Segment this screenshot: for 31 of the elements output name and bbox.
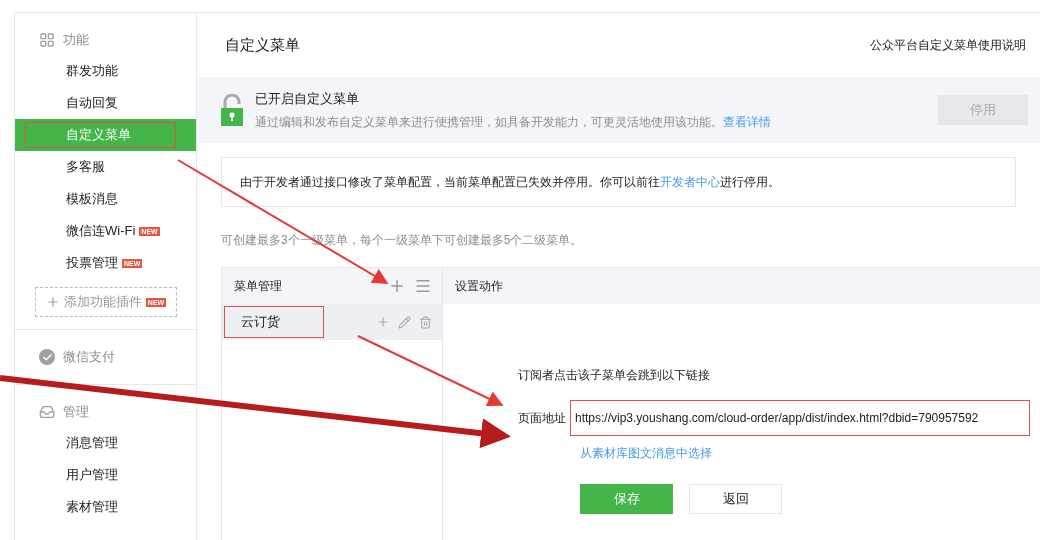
notice-text: 由于开发者通过接口修改了菜单配置，当前菜单配置已失效并停用。你可以前往开发者中心进行停用。 — [240, 174, 780, 191]
menu-item[interactable]: 云订货 — [222, 304, 442, 340]
sidebar-section-title: 微信支付 — [63, 348, 115, 367]
page-title: 自定义菜单 — [225, 34, 300, 55]
plus-icon — [45, 295, 60, 309]
grid-icon — [39, 32, 55, 48]
banner-title: 已开启自定义菜单 — [255, 90, 360, 109]
edit-icon[interactable] — [398, 315, 411, 329]
unlocked-padlock-icon — [221, 94, 243, 126]
sidebar-section-title: 功能 — [63, 31, 89, 50]
add-icon[interactable] — [376, 315, 390, 329]
menu-icon[interactable] — [414, 277, 432, 295]
menu-panel-title: 菜单管理 — [234, 278, 283, 295]
banner-description: 通过编辑和发布自定义菜单来进行便携管理，如具备开发能力，可更灵活地使用该功能。查看详情 — [255, 113, 772, 131]
sidebar-item[interactable]: 模板消息 — [15, 183, 196, 215]
url-label: 页面地址 — [518, 410, 566, 427]
add-icon[interactable] — [388, 277, 406, 295]
help-link[interactable]: 公众平台自定义菜单使用说明 — [870, 36, 1026, 54]
sidebar-item[interactable]: 用户管理 — [15, 459, 196, 491]
link-description: 订阅者点击该子菜单会跳到以下链接 — [518, 367, 711, 384]
sidebar-section-title: 管理 — [63, 403, 89, 422]
sidebar-item[interactable]: 素材管理 — [15, 491, 196, 523]
delete-icon[interactable] — [419, 315, 432, 329]
inbox-icon — [39, 404, 55, 420]
url-field[interactable]: https://vip3.youshang.com/cloud-order/app/dist/index.html?dbid=790957592 — [570, 400, 1030, 436]
sidebar-item[interactable]: 多客服 — [15, 151, 196, 183]
sidebar-item[interactable]: 群发功能 — [15, 55, 196, 87]
sidebar-item[interactable]: 自动回复 — [15, 87, 196, 119]
sidebar-item[interactable]: 消息管理 — [15, 427, 196, 459]
back-button[interactable]: 返回 — [689, 484, 782, 514]
action-panel-title: 设置动作 — [455, 278, 503, 295]
